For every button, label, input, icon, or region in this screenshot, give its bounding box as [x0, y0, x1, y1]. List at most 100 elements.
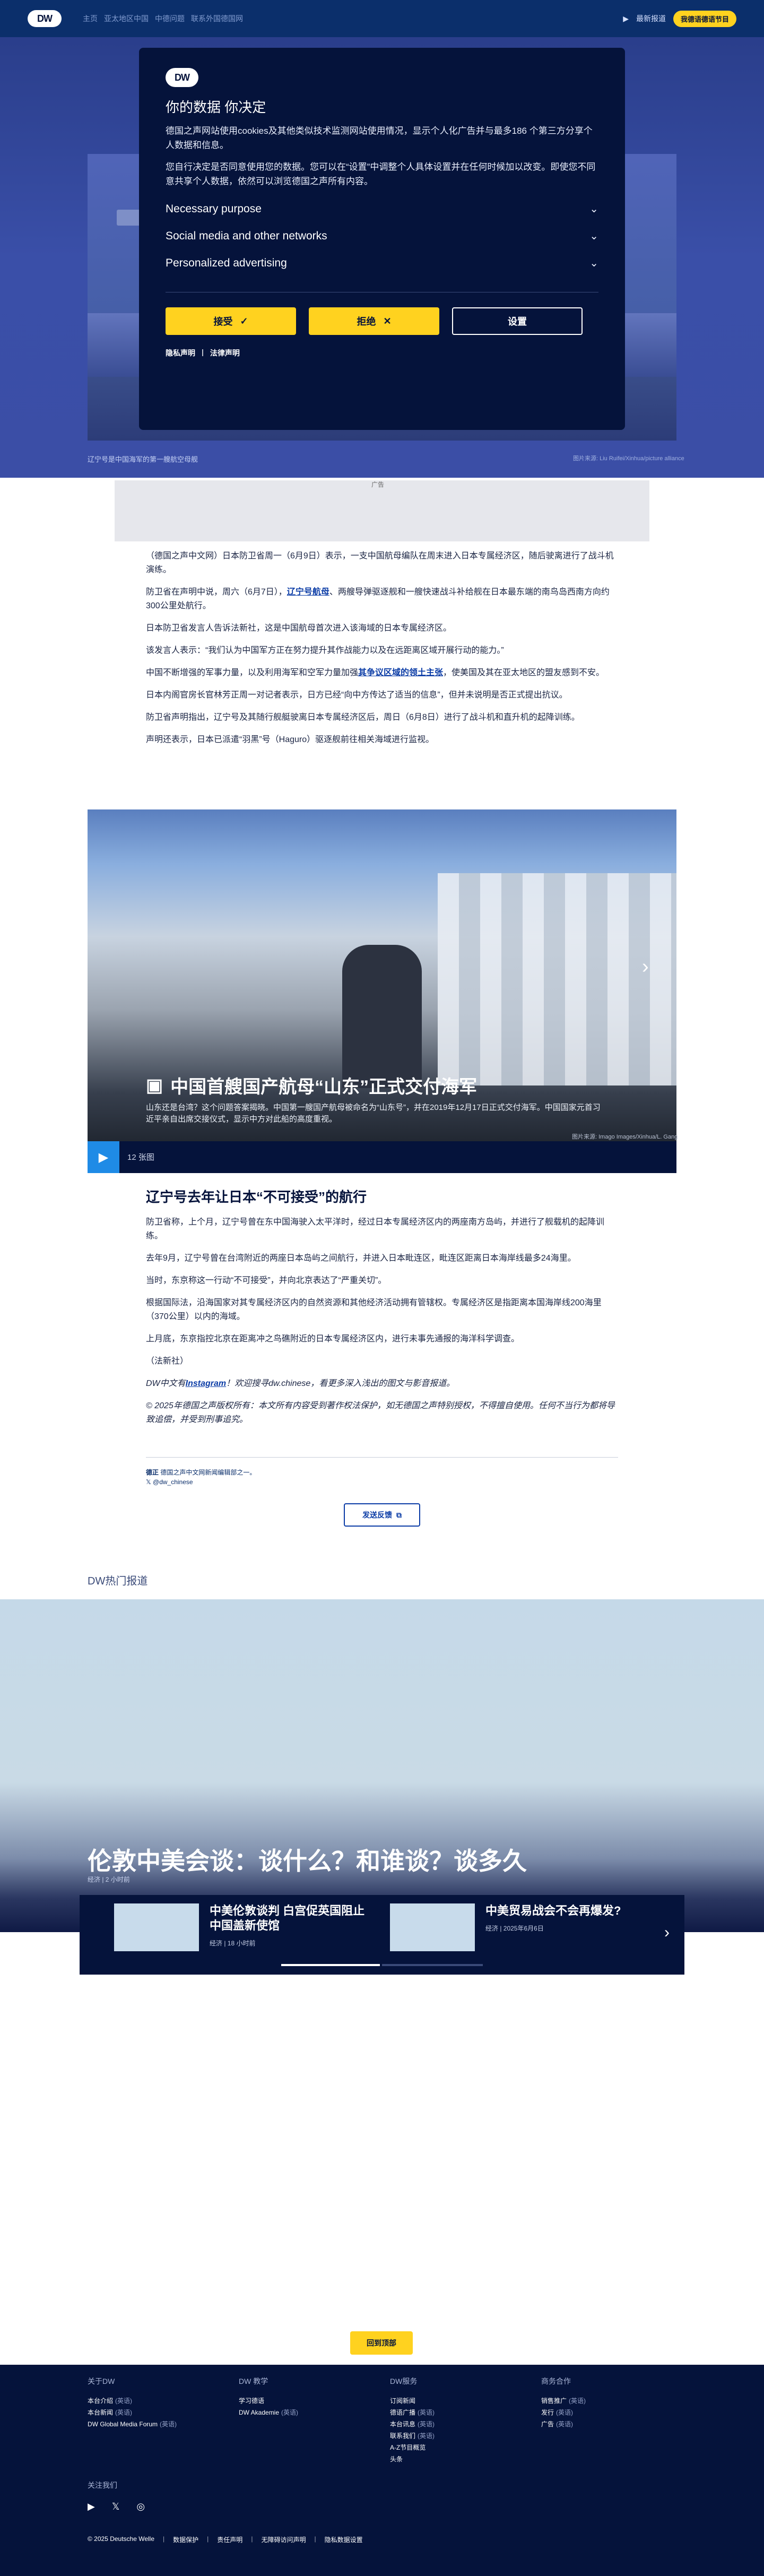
- footer-column-title: DW服务: [390, 2377, 418, 2385]
- paragraph: DW中文有Instagram！欢迎搜寻dw.chinese，看更多深入浅出的图文…: [146, 1377, 618, 1391]
- settings-button[interactable]: 设置: [452, 307, 583, 335]
- settings-label: 设置: [508, 316, 527, 327]
- language-selector[interactable]: 我德语德语节目: [673, 10, 736, 27]
- ad-label: 广告: [371, 481, 385, 488]
- news-card[interactable]: 中美伦敦谈判 白宫促英国阻止中国盖新使馆 经济 | 18 小时前: [114, 1903, 369, 1951]
- footer-link[interactable]: 订阅新闻: [390, 2395, 528, 2407]
- footer-link[interactable]: 头条: [390, 2453, 528, 2465]
- footer-link[interactable]: DW Global Media Forum (英语): [88, 2418, 225, 2430]
- footer-link[interactable]: 本台讯息 (英语): [390, 2418, 528, 2430]
- text: ！欢迎搜寻dw.chinese，看更多深入浅出的图文与影音报道。: [226, 1379, 455, 1388]
- footer-column-title: DW 教学: [239, 2377, 268, 2385]
- legal-link[interactable]: 数据保护: [173, 2535, 198, 2544]
- hot-headline[interactable]: 伦敦中美会谈：谈什么？和谁谈？谈多久: [88, 1842, 527, 1877]
- top-right-links: ▶ 最新报道 我德语德语节目: [623, 10, 736, 27]
- x-icon[interactable]: 𝕏: [112, 2501, 120, 2512]
- paragraph: 上月底，东京指控北京在距离冲之鸟礁附近的日本专属经济区内，进行未事先通报的海洋科…: [146, 1334, 520, 1343]
- purpose-necessary[interactable]: Necessary purpose ⌄: [166, 202, 598, 216]
- chevron-down-icon: ⌄: [589, 230, 598, 242]
- footer-links: 订阅新闻 德语广播 (英语) 本台讯息 (英语) 联系我们 (英语) A-Z节目概览 …: [390, 2395, 528, 2465]
- breadcrumb-item[interactable]: 中德问题: [155, 13, 185, 24]
- legal-link[interactable]: 法律声明: [210, 348, 240, 358]
- check-icon: ✓: [240, 315, 248, 326]
- footer-link[interactable]: 学习德语: [239, 2395, 377, 2407]
- legal-link[interactable]: 责任声明: [217, 2535, 242, 2544]
- footer-link[interactable]: DW Akademie (英语): [239, 2407, 377, 2418]
- text: 防卫省在声明中说，周六（6月7日），: [146, 588, 287, 597]
- back-to-top-button[interactable]: 回到顶部: [350, 2331, 413, 2355]
- author-desc: 德国之声中文网新闻编辑部之一。: [160, 1469, 256, 1476]
- territory-link[interactable]: 其争议区域的领土主张: [358, 668, 443, 677]
- gallery-title[interactable]: ▣ 中国首艘国产航母“山东”正式交付海军: [146, 1072, 477, 1098]
- youtube-icon[interactable]: ▶: [88, 2501, 95, 2512]
- chevron-right-icon[interactable]: ›: [642, 955, 649, 978]
- link-tag: (英语): [115, 2397, 133, 2405]
- dw-logo[interactable]: DW: [28, 10, 62, 27]
- purpose-advertising[interactable]: Personalized advertising ⌄: [166, 256, 598, 270]
- footer-link[interactable]: 联系我们 (英语): [390, 2430, 528, 2442]
- footer-link[interactable]: 销售推广 (英语): [541, 2395, 679, 2407]
- liaoning-link[interactable]: 辽宁号航母: [287, 588, 329, 597]
- card-title: 中美贸易战会不会再爆发?: [485, 1904, 621, 1917]
- link-tag: (英语): [556, 2420, 574, 2428]
- paragraph: 防卫省声明指出，辽宁号及其随行舰艇驶离日本专属经济区后，周日（6月8日）进行了战…: [146, 713, 580, 722]
- x-handle-text: @dw_chinese: [153, 1478, 193, 1486]
- consent-links: 隐私声明 | 法律声明: [166, 348, 598, 358]
- close-icon: ✕: [383, 315, 392, 326]
- chevron-right-icon[interactable]: ›: [664, 1924, 670, 1942]
- x-icon: 𝕏: [146, 1478, 151, 1486]
- footer-link[interactable]: A-Z节目概览: [390, 2442, 528, 2453]
- link-tag: (英语): [281, 2409, 299, 2416]
- feedback-label: 发送反馈: [362, 1511, 392, 1519]
- hero-credit: 图片来源: Liu Ruifei/Xinhua/picture alliance: [573, 455, 684, 462]
- text: DW中文有: [146, 1379, 186, 1388]
- footer-link[interactable]: 德语广播 (英语): [390, 2407, 528, 2418]
- purpose-label: Personalized advertising: [166, 256, 287, 269]
- article-body-continued: 辽宁号去年让日本“不可接受”的航行 防卫省称，上个月，辽宁号曾在东中国海驶入太平…: [146, 1186, 618, 1427]
- gallery-icon: ▣: [146, 1075, 163, 1096]
- footer-column: DW 教学 学习德语 DW Akademie (英语): [239, 2376, 377, 2418]
- breadcrumb-item[interactable]: 亚太地区中国: [104, 13, 149, 24]
- copyright: © 2025 Deutsche Welle: [88, 2535, 155, 2543]
- link-tag: (英语): [160, 2420, 177, 2428]
- footer-link[interactable]: 本台新闻 (英语): [88, 2407, 225, 2418]
- footer-link[interactable]: 广告 (英语): [541, 2418, 679, 2430]
- breadcrumb-item[interactable]: 联系外国德国网: [191, 13, 243, 24]
- link-text: 德语广播: [390, 2409, 416, 2416]
- live-icon[interactable]: ▶: [623, 14, 629, 23]
- footer-links: 学习德语 DW Akademie (英语): [239, 2395, 377, 2418]
- link-text: 本台介绍: [88, 2397, 114, 2405]
- footer-link[interactable]: 本台介绍 (英语): [88, 2395, 225, 2407]
- legal-link[interactable]: 无障碍访问声明: [261, 2535, 306, 2544]
- link-tag: (英语): [418, 2432, 435, 2440]
- play-icon[interactable]: ▶: [88, 1141, 119, 1173]
- paragraph: 防卫省称，上个月，辽宁号曾在东中国海驶入太平洋时，经过日本专属经济区内的两座南方…: [146, 1218, 605, 1240]
- link-text: 销售推广: [541, 2397, 567, 2405]
- gallery-figure: [342, 945, 422, 1088]
- legal-link[interactable]: 隐私数据设置: [325, 2535, 363, 2544]
- dw-logo: DW: [166, 68, 198, 87]
- breadcrumb-item[interactable]: 主页: [83, 13, 98, 24]
- consent-title: 你的数据 你决定: [166, 99, 266, 115]
- instagram-link[interactable]: Instagram: [186, 1379, 226, 1388]
- x-handle[interactable]: 𝕏 @dw_chinese: [146, 1478, 193, 1486]
- gallery-bar: [88, 1141, 676, 1173]
- link-text: 本台新闻: [88, 2409, 114, 2416]
- privacy-link[interactable]: 隐私声明: [166, 348, 195, 358]
- footer-link[interactable]: 发行 (英语): [541, 2407, 679, 2418]
- card-body: 中美伦敦谈判 白宫促英国阻止中国盖新使馆 经济 | 18 小时前: [210, 1903, 369, 1951]
- news-card[interactable]: 中美贸易战会不会再爆发? 经济 | 2025年6月6日: [390, 1903, 645, 1951]
- footer-links: 本台介绍 (英语) 本台新闻 (英语) DW Global Media Forum(…: [88, 2395, 225, 2430]
- breadcrumb: 主页 亚太地区中国 中德问题 联系外国德国网: [83, 13, 243, 24]
- hero-caption: 辽宁号是中国海军的第一艘航空母舰: [88, 455, 198, 463]
- latest-news-link[interactable]: 最新报道: [636, 13, 666, 24]
- purpose-label: Necessary purpose: [166, 202, 262, 215]
- purpose-social[interactable]: Social media and other networks ⌄: [166, 229, 598, 243]
- gallery-title-text: 中国首艘国产航母“山东”正式交付海军: [170, 1077, 478, 1097]
- author-label[interactable]: 德正: [146, 1469, 159, 1476]
- accept-button[interactable]: 接受 ✓: [166, 307, 296, 335]
- reject-button[interactable]: 拒绝 ✕: [309, 307, 439, 335]
- instagram-icon[interactable]: ◎: [136, 2501, 145, 2512]
- feedback-button[interactable]: 发送反馈 ⧉: [344, 1503, 420, 1527]
- link-text: 头条: [390, 2456, 403, 2463]
